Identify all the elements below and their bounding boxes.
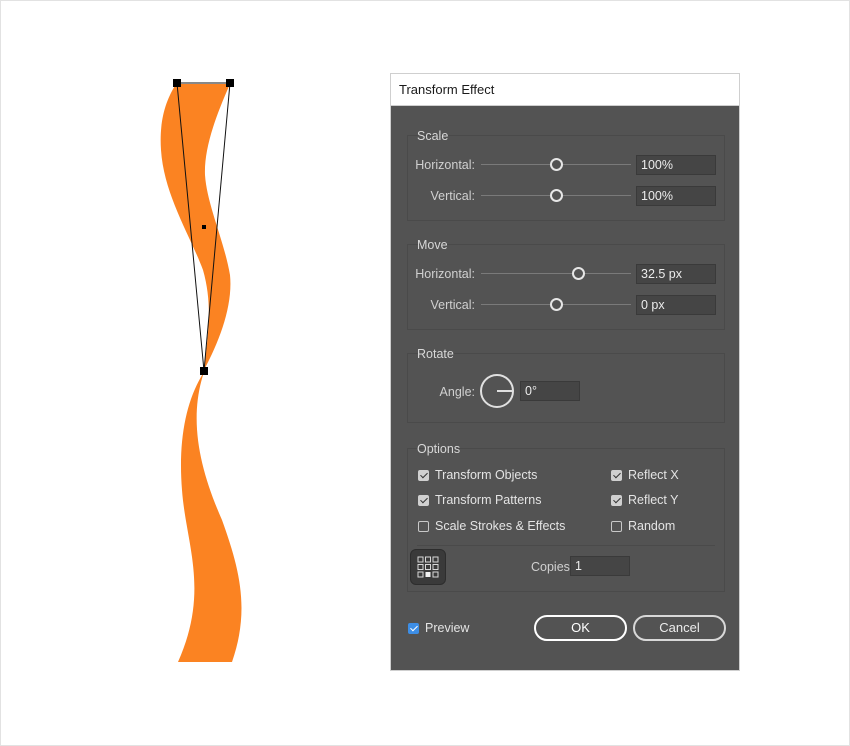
scale-vertical-field[interactable] xyxy=(636,186,716,206)
move-title: Move xyxy=(417,238,448,252)
rotate-title: Rotate xyxy=(417,347,454,361)
random-checkbox[interactable]: Random xyxy=(611,519,675,533)
cancel-button[interactable]: Cancel xyxy=(633,615,726,641)
checkbox-icon xyxy=(418,494,429,506)
checkbox-icon xyxy=(418,469,429,481)
checkbox-icon xyxy=(418,520,429,532)
ok-button[interactable]: OK xyxy=(534,615,627,641)
move-vertical-field[interactable] xyxy=(636,295,716,315)
checkbox-icon xyxy=(611,469,622,481)
transform-patterns-label: Transform Patterns xyxy=(435,493,542,507)
move-horizontal-label: Horizontal: xyxy=(415,267,475,281)
scale-horizontal-field[interactable] xyxy=(636,155,716,175)
move-group xyxy=(407,244,725,330)
checkbox-icon xyxy=(408,622,419,634)
anchor-top-left[interactable] xyxy=(173,79,181,87)
random-label: Random xyxy=(628,519,676,533)
move-horizontal-knob[interactable] xyxy=(572,267,585,280)
move-horizontal-slider[interactable] xyxy=(481,273,631,274)
anchor-top-right[interactable] xyxy=(226,79,234,87)
transform-effect-dialog: Transform Effect Scale Horizontal: Verti… xyxy=(390,73,740,671)
ribbon-lower[interactable] xyxy=(178,372,242,662)
reflect-x-checkbox[interactable]: Reflect X xyxy=(611,468,679,482)
move-horizontal-field[interactable] xyxy=(636,264,716,284)
ribbon-upper[interactable] xyxy=(160,84,231,370)
anchor-bottom[interactable] xyxy=(200,367,208,375)
angle-label: Angle: xyxy=(439,385,475,399)
checkbox-icon xyxy=(611,520,622,532)
reflect-y-label: Reflect Y xyxy=(628,493,679,507)
transform-patterns-checkbox[interactable]: Transform Patterns xyxy=(418,493,542,507)
transform-objects-label: Transform Objects xyxy=(435,468,538,482)
options-divider xyxy=(417,545,715,546)
scale-title: Scale xyxy=(417,129,449,143)
angle-dial-icon[interactable] xyxy=(479,373,515,409)
move-vertical-knob[interactable] xyxy=(549,298,563,311)
scale-strokes-checkbox[interactable]: Scale Strokes & Effects xyxy=(418,519,565,533)
scale-horizontal-label: Horizontal: xyxy=(415,158,475,172)
scale-vertical-knob[interactable] xyxy=(549,189,563,202)
checkbox-icon xyxy=(611,494,622,506)
transform-objects-checkbox[interactable]: Transform Objects xyxy=(418,468,537,482)
dialog-title[interactable]: Transform Effect xyxy=(391,74,739,106)
scale-strokes-label: Scale Strokes & Effects xyxy=(435,519,566,533)
reference-point-button[interactable] xyxy=(410,549,446,585)
move-vertical-label: Vertical: xyxy=(430,298,475,312)
reference-point-icon xyxy=(417,556,439,578)
preview-label: Preview xyxy=(425,621,470,635)
reflect-x-label: Reflect X xyxy=(628,468,679,482)
angle-field[interactable] xyxy=(520,381,580,401)
center-point xyxy=(202,225,206,229)
preview-checkbox[interactable]: Preview xyxy=(408,621,469,635)
options-title: Options xyxy=(417,442,461,456)
copies-field[interactable] xyxy=(570,556,630,576)
scale-horizontal-knob[interactable] xyxy=(549,158,563,171)
reflect-y-checkbox[interactable]: Reflect Y xyxy=(611,493,679,507)
scale-group xyxy=(407,135,725,221)
copies-label: Copies xyxy=(531,560,570,574)
scale-vertical-label: Vertical: xyxy=(430,189,475,203)
